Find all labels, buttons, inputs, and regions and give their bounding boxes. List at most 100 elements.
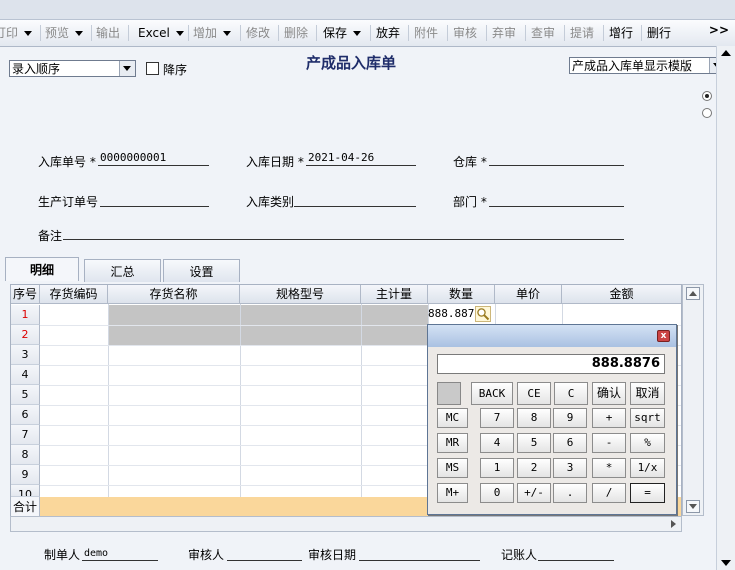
layout-radio-1[interactable] <box>702 91 712 101</box>
calc-mplus-button[interactable]: M+ <box>437 483 468 503</box>
calc-cancel-button[interactable]: 取消 <box>630 382 665 405</box>
calc-digit-button[interactable]: 6 <box>553 433 587 453</box>
calc-mc-button[interactable]: MC <box>437 408 468 428</box>
layout-radio-2[interactable] <box>702 108 712 118</box>
remark-field[interactable] <box>63 226 624 240</box>
column-header[interactable]: 金额 <box>562 285 681 304</box>
edit-button[interactable]: 修改 <box>246 20 270 46</box>
discard-button[interactable]: 放弃 <box>376 20 400 46</box>
lookup-icon[interactable] <box>475 306 491 322</box>
column-header[interactable]: 序号 <box>11 285 40 304</box>
toolbar-separator <box>278 25 279 41</box>
calc-operator-button[interactable]: + <box>592 408 626 428</box>
calc-confirm-button[interactable]: 确认 <box>592 382 626 405</box>
check-audit-button[interactable]: 查审 <box>531 20 555 46</box>
calc-percent-button[interactable]: % <box>630 433 665 453</box>
delete-button[interactable]: 删除 <box>284 20 308 46</box>
page-vertical-scrollbar[interactable] <box>716 46 735 570</box>
grid-horizontal-scrollbar[interactable] <box>10 516 682 532</box>
receipt-date-field[interactable]: 2021-04-26 <box>306 152 416 166</box>
row-number[interactable]: 8 <box>11 445 40 465</box>
chevron-down-icon[interactable] <box>119 61 135 76</box>
export-button[interactable]: 输出 <box>96 20 120 46</box>
order-no-field[interactable] <box>100 193 209 207</box>
calc-reciprocal-button[interactable]: 1/x <box>630 458 665 478</box>
warehouse-field[interactable] <box>489 152 624 166</box>
row-number[interactable]: 4 <box>11 365 40 385</box>
toolbar-overflow-icon[interactable]: >> <box>709 20 729 40</box>
chevron-down-icon[interactable] <box>223 31 232 36</box>
calc-sqrt-button[interactable]: sqrt <box>630 408 665 428</box>
save-button[interactable]: 保存 <box>323 20 362 46</box>
scroll-down-icon[interactable] <box>721 560 731 566</box>
calc-equals-button[interactable]: = <box>630 483 665 503</box>
template-select[interactable]: 产成品入库单显示模版 <box>569 57 726 74</box>
column-header[interactable]: 存货编码 <box>40 285 108 304</box>
chevron-down-icon[interactable] <box>175 31 184 36</box>
calc-negate-button[interactable]: +/- <box>517 483 551 503</box>
row-number[interactable]: 2 <box>11 325 40 345</box>
attachment-button[interactable]: 附件 <box>414 20 438 46</box>
chevron-down-icon[interactable] <box>353 31 362 36</box>
calc-ce-button[interactable]: CE <box>517 382 551 405</box>
calc-decimal-button[interactable]: . <box>553 483 587 503</box>
calc-clear-button[interactable]: C <box>554 382 588 405</box>
close-icon[interactable]: x <box>657 330 670 342</box>
calc-operator-button[interactable]: - <box>592 433 626 453</box>
row-number[interactable]: 1 <box>11 305 40 325</box>
column-header[interactable]: 单价 <box>495 285 562 304</box>
tab-summary[interactable]: 汇总 <box>84 259 161 282</box>
top-strip <box>0 0 735 20</box>
calc-digit-button[interactable]: 7 <box>480 408 514 428</box>
calc-ms-button[interactable]: MS <box>437 458 468 478</box>
row-number[interactable]: 6 <box>11 405 40 425</box>
tab-settings[interactable]: 设置 <box>163 259 240 282</box>
scroll-right-icon[interactable] <box>667 518 679 530</box>
row-number[interactable]: 3 <box>11 345 40 365</box>
calc-digit-button[interactable]: 1 <box>480 458 514 478</box>
submit-button[interactable]: 提请 <box>570 20 594 46</box>
calc-digit-button[interactable]: 9 <box>553 408 587 428</box>
calc-operator-button[interactable]: / <box>592 483 626 503</box>
row-number[interactable]: 7 <box>11 425 40 445</box>
column-header[interactable]: 规格型号 <box>240 285 361 304</box>
calc-back-button[interactable]: BACK <box>471 382 513 405</box>
quantity-cell-input[interactable]: 888.887 <box>428 305 474 323</box>
column-header[interactable]: 主计量 <box>361 285 428 304</box>
calc-mr-button[interactable]: MR <box>437 433 468 453</box>
receipt-no-field[interactable]: 0000000001 <box>98 152 209 166</box>
row-number[interactable]: 5 <box>11 385 40 405</box>
department-field[interactable] <box>489 193 624 207</box>
row-number[interactable]: 9 <box>11 465 40 485</box>
chevron-down-icon[interactable] <box>24 31 33 36</box>
audit-button[interactable]: 审核 <box>453 20 477 46</box>
preview-button[interactable]: 预览 <box>45 20 84 46</box>
add-button[interactable]: 增加 <box>193 20 232 46</box>
grid-vertical-scrollbar[interactable] <box>682 284 704 516</box>
calc-digit-button[interactable]: 8 <box>517 408 551 428</box>
row-number[interactable]: 10 <box>11 485 40 497</box>
calc-digit-button[interactable]: 0 <box>480 483 514 503</box>
calc-digit-button[interactable]: 5 <box>517 433 551 453</box>
calc-digit-button[interactable]: 2 <box>517 458 551 478</box>
chevron-down-icon[interactable] <box>75 31 84 36</box>
scroll-up-icon[interactable] <box>721 50 731 56</box>
scroll-down-icon[interactable] <box>686 500 700 513</box>
column-header[interactable]: 存货名称 <box>108 285 240 304</box>
category-field[interactable] <box>294 193 416 207</box>
sort-order-select[interactable]: 录入顺序 <box>9 60 136 77</box>
scroll-up-icon[interactable] <box>686 287 700 300</box>
column-header[interactable]: 数量 <box>428 285 495 304</box>
calculator-popup: x 888.8876 BACK CE C 确认 取消 MC 7 8 9 + sq… <box>427 324 677 515</box>
calc-operator-button[interactable]: * <box>592 458 626 478</box>
calculator-titlebar[interactable] <box>428 325 676 347</box>
print-button[interactable]: 打印 <box>0 20 33 46</box>
delete-row-button[interactable]: 删行 <box>647 20 671 46</box>
descending-checkbox[interactable] <box>146 62 159 75</box>
add-row-button[interactable]: 增行 <box>609 20 633 46</box>
calc-digit-button[interactable]: 4 <box>480 433 514 453</box>
calc-digit-button[interactable]: 3 <box>553 458 587 478</box>
tab-detail[interactable]: 明细 <box>5 257 79 281</box>
excel-button[interactable]: Excel <box>138 20 184 46</box>
unaudit-button[interactable]: 弃审 <box>492 20 516 46</box>
